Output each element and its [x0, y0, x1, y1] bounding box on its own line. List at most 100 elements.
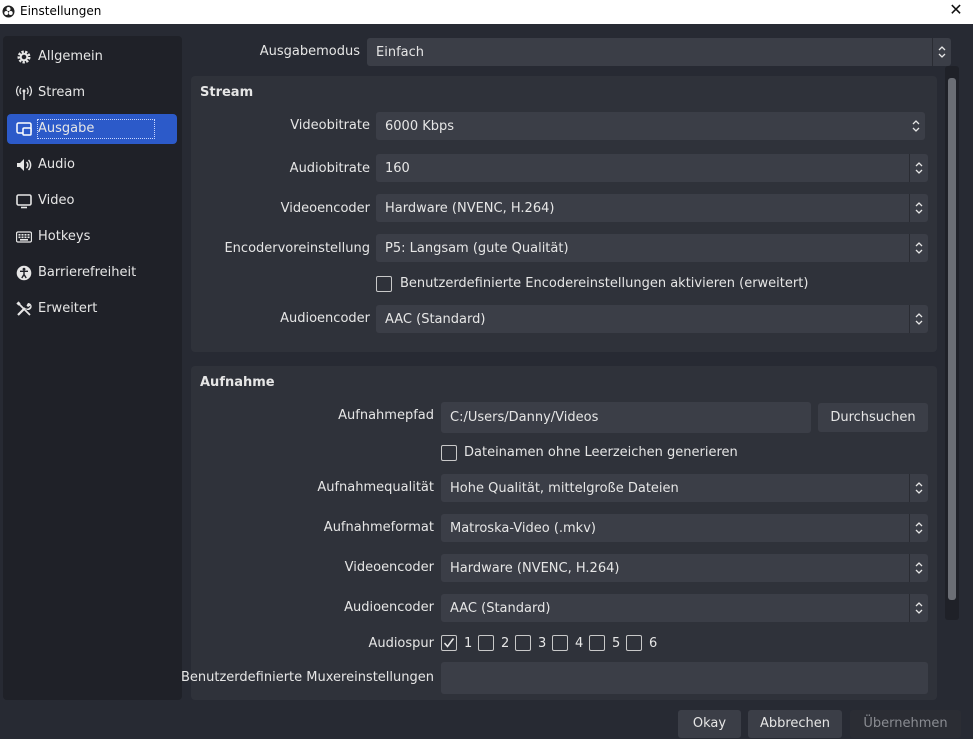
chevron-updown-icon [909, 554, 928, 582]
chevron-updown-icon [909, 305, 928, 333]
audio-track-5-checkbox[interactable] [589, 635, 605, 651]
sidebar-item-audio[interactable]: Audio [7, 150, 177, 180]
sidebar-item-ausgabe[interactable]: Ausgabe [7, 114, 177, 144]
encoder-preset-select[interactable]: P5: Langsam (gute Qualität) [376, 234, 928, 262]
settings-sidebar: Allgemein Stream Ausgabe Audio Video Hot… [3, 36, 182, 700]
checkmark-icon [443, 638, 455, 648]
output-mode-value: Einfach [376, 45, 424, 60]
scrollbar-thumb[interactable] [948, 78, 956, 600]
recording-format-select[interactable]: Matroska-Video (.mkv) [441, 514, 928, 542]
encoder-preset-value: P5: Langsam (gute Qualität) [385, 241, 569, 256]
output-icon [16, 122, 32, 136]
output-mode-select[interactable]: Einfach [367, 38, 951, 66]
sidebar-item-label: Allgemein [38, 49, 103, 64]
recording-audio-encoder-select[interactable]: AAC (Standard) [441, 594, 928, 622]
antenna-icon [16, 85, 32, 100]
recording-path-value: C:/Users/Danny/Videos [450, 410, 599, 425]
audio-track-5-label: 5 [612, 636, 621, 651]
audio-encoder-select[interactable]: AAC (Standard) [376, 305, 928, 333]
sidebar-item-label: Erweitert [38, 301, 98, 316]
speaker-icon [17, 159, 32, 171]
ok-button[interactable]: Okay [678, 710, 741, 738]
muxer-settings-label: Benutzerdefinierte Muxereinstellungen [180, 670, 434, 685]
audio-track-3-checkbox[interactable] [515, 635, 531, 651]
video-encoder-value: Hardware (NVENC, H.264) [385, 201, 555, 216]
chevron-updown-icon [909, 474, 928, 502]
window-title: Einstellungen [20, 4, 102, 18]
recording-audio-encoder-value: AAC (Standard) [450, 601, 551, 616]
sidebar-item-label: Stream [38, 85, 86, 100]
chevron-updown-icon [909, 154, 928, 182]
sidebar-item-stream[interactable]: Stream [7, 78, 177, 108]
audio-bitrate-label: Audiobitrate [289, 161, 370, 176]
browse-button[interactable]: Durchsuchen [818, 403, 928, 432]
sidebar-item-video[interactable]: Video [7, 186, 177, 216]
audio-track-1-checkbox[interactable] [441, 635, 457, 651]
recording-video-encoder-select[interactable]: Hardware (NVENC, H.264) [441, 554, 928, 582]
recording-path-label: Aufnahmepfad [338, 408, 434, 423]
sidebar-item-label: Ausgabe [37, 119, 156, 139]
sidebar-item-hotkeys[interactable]: Hotkeys [7, 222, 177, 252]
recording-quality-value: Hohe Qualität, mittelgroße Dateien [450, 481, 679, 496]
video-bitrate-spinbox[interactable]: 6000 Kbps [376, 112, 925, 140]
monitor-icon [16, 194, 32, 209]
sidebar-item-label: Audio [38, 157, 75, 172]
audio-track-label: Audiospur [368, 636, 434, 651]
no-spaces-checkbox[interactable] [441, 445, 457, 461]
audio-track-3-label: 3 [538, 636, 547, 651]
chevron-updown-icon [909, 594, 928, 622]
sidebar-item-barrierefreiheit[interactable]: Barrierefreiheit [7, 258, 177, 288]
chevron-updown-icon [909, 194, 928, 222]
audio-track-4-label: 4 [575, 636, 584, 651]
sidebar-item-allgemein[interactable]: Allgemein [7, 42, 177, 72]
chevron-updown-icon [932, 38, 951, 66]
audio-track-2-checkbox[interactable] [478, 635, 494, 651]
sidebar-item-label: Video [38, 193, 75, 208]
custom-encoder-label[interactable]: Benutzerdefinierte Encodereinstellungen … [400, 276, 808, 291]
video-bitrate-value: 6000 Kbps [385, 119, 455, 134]
recording-quality-select[interactable]: Hohe Qualität, mittelgroße Dateien [441, 474, 928, 502]
audio-bitrate-select[interactable]: 160 [376, 154, 928, 182]
keyboard-icon [16, 231, 32, 243]
stream-group: Stream Videobitrate 6000 Kbps Audiobitra… [191, 76, 937, 352]
video-bitrate-label: Videobitrate [290, 118, 370, 133]
recording-audio-encoder-label: Audioencoder [344, 600, 434, 615]
cancel-button[interactable]: Abbrechen [748, 710, 842, 738]
chevron-updown-icon [909, 234, 928, 262]
sidebar-item-label: Hotkeys [38, 229, 91, 244]
muxer-settings-input[interactable] [441, 662, 928, 694]
recording-group-title: Aufnahme [200, 375, 275, 390]
audio-track-2-label: 2 [501, 636, 510, 651]
recording-format-label: Aufnahmeformat [323, 520, 434, 535]
recording-video-encoder-value: Hardware (NVENC, H.264) [450, 561, 620, 576]
title-bar: Einstellungen ✕ [0, 0, 973, 24]
obs-logo-icon [2, 5, 15, 18]
sidebar-item-erweitert[interactable]: Erweitert [7, 294, 177, 324]
spin-arrows-icon[interactable] [907, 112, 925, 140]
output-mode-label: Ausgabemodus [259, 44, 360, 59]
recording-group: Aufnahme Aufnahmepfad C:/Users/Danny/Vid… [181, 366, 937, 700]
video-encoder-select[interactable]: Hardware (NVENC, H.264) [376, 194, 928, 222]
chevron-updown-icon [909, 514, 928, 542]
audio-encoder-label: Audioencoder [280, 311, 370, 326]
close-icon[interactable]: ✕ [945, 0, 967, 22]
vertical-scrollbar[interactable] [945, 66, 959, 620]
recording-path-field[interactable]: C:/Users/Danny/Videos [441, 402, 811, 433]
no-spaces-label[interactable]: Dateinamen ohne Leerzeichen generieren [464, 445, 738, 460]
gear-icon [17, 50, 31, 64]
audio-track-1-label: 1 [464, 636, 473, 651]
recording-video-encoder-label: Videoencoder [344, 560, 434, 575]
custom-encoder-checkbox[interactable] [376, 276, 392, 292]
tools-icon [16, 301, 32, 316]
sidebar-item-label: Barrierefreiheit [38, 265, 137, 280]
video-encoder-label: Videoencoder [280, 201, 370, 216]
audio-encoder-value: AAC (Standard) [385, 312, 486, 327]
audio-track-6-label: 6 [649, 636, 658, 651]
audio-track-6-checkbox[interactable] [626, 635, 642, 651]
audio-bitrate-value: 160 [385, 161, 410, 176]
stream-group-title: Stream [200, 85, 254, 100]
accessibility-icon [16, 265, 32, 281]
audio-track-4-checkbox[interactable] [552, 635, 568, 651]
apply-button[interactable]: Übernehmen [850, 710, 961, 738]
recording-quality-label: Aufnahmequalität [317, 480, 434, 495]
